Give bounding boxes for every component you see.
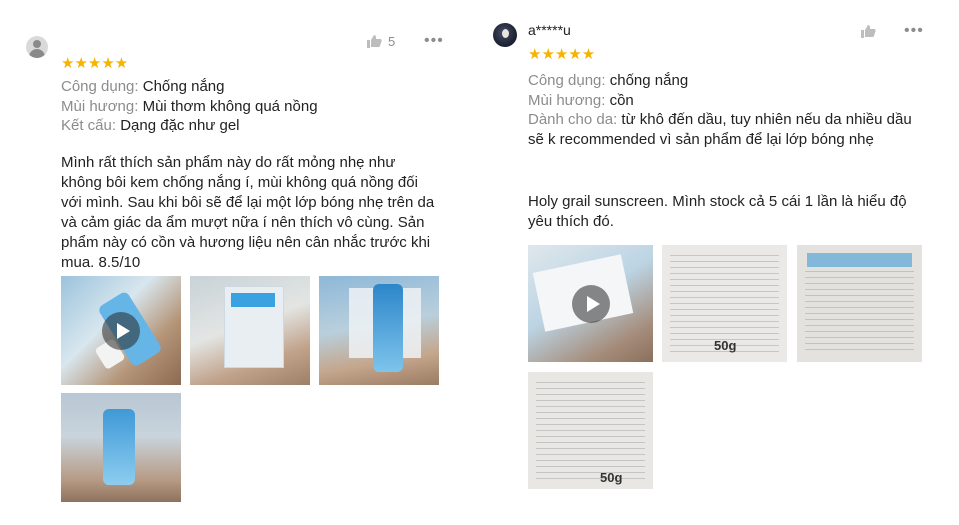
attribute-row: Công dụng: Chống nắng (61, 77, 441, 97)
star-rating: ★★★★★ (61, 55, 129, 72)
attribute-value: Dạng đặc như gel (120, 117, 240, 134)
thumbs-up-icon (860, 24, 876, 39)
media-thumbnail-video[interactable] (61, 276, 181, 385)
media-thumbnail[interactable] (190, 276, 310, 385)
review-comment: Mình rất thích sản phẩm này do rất mỏng … (61, 154, 435, 271)
attribute-key: Công dụng: (528, 72, 606, 89)
more-dots-icon[interactable]: ••• (424, 32, 444, 50)
media-thumbnail[interactable] (797, 245, 922, 362)
review-comment: Holy grail sunscreen. Mình stock cả 5 cá… (528, 193, 907, 230)
attribute-row: Công dụng: chống nắng (528, 71, 928, 91)
play-icon[interactable] (571, 284, 610, 323)
net-weight-label: 50g (600, 470, 623, 485)
attribute-key: Mùi hương: (61, 97, 139, 115)
username[interactable]: a*****u (528, 22, 571, 38)
attribute-key: Dành cho da: (528, 111, 618, 128)
attribute-row: Mùi hương: cồn (528, 91, 928, 111)
attribute-key: Công dụng: (61, 78, 139, 95)
media-thumbnail-video[interactable] (528, 245, 653, 362)
avatar-icon[interactable] (493, 23, 517, 47)
media-thumbnail[interactable]: 50g (528, 372, 653, 489)
media-thumbnail[interactable]: 50g (662, 245, 787, 362)
net-weight-label: 50g (714, 338, 737, 353)
attribute-value: Mùi thơm không quá nồng (142, 97, 318, 115)
review-attributes: Công dụng: Chống nắng Mùi hương: Mùi thơ… (61, 77, 441, 136)
like-count: 5 (388, 34, 396, 49)
attribute-row: Dành cho da: từ khô đến dầu, tuy nhiên n… (528, 110, 928, 149)
avatar-icon[interactable] (26, 36, 48, 58)
thumbs-up-icon (366, 34, 382, 49)
more-dots-icon[interactable]: ••• (904, 22, 924, 40)
play-icon[interactable] (102, 311, 140, 350)
like-button[interactable] (860, 24, 882, 39)
attribute-key: Mùi hương: (528, 91, 606, 109)
like-button[interactable]: 5 (366, 34, 395, 49)
attribute-row: Mùi hương: Mùi thơm không quá nồng (61, 97, 441, 117)
star-rating: ★★★★★ (528, 46, 596, 63)
attribute-value: cồn (609, 91, 634, 109)
media-thumbnail[interactable] (319, 276, 439, 385)
review-attributes: Công dụng: chống nắng Mùi hương: cồn Dàn… (528, 71, 928, 149)
attribute-value: chống nắng (609, 72, 689, 89)
attribute-value: Chống nắng (142, 78, 225, 95)
media-thumbnail[interactable] (61, 393, 181, 502)
attribute-row: Kết cấu: Dạng đặc như gel (61, 116, 441, 136)
attribute-key: Kết cấu: (61, 117, 117, 134)
